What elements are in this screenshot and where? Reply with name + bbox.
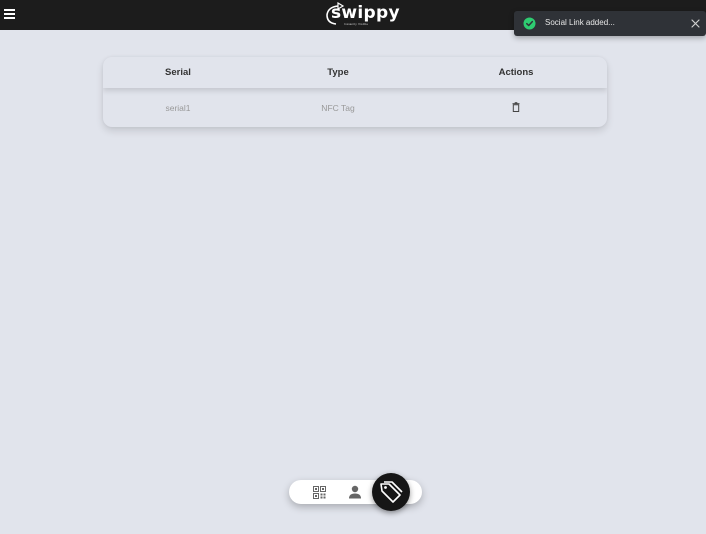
swippy-logo[interactable]: swippy Instantly Visible [324,1,400,28]
tags-table: Serial Type Actions serial1 NFC Tag [103,57,607,127]
trash-icon[interactable] [512,102,520,112]
user-icon[interactable] [348,485,362,499]
table-header: Serial Type Actions [103,57,607,88]
column-header-actions: Actions [498,67,534,78]
type-cell: NFC Tag [321,103,355,113]
column-header-serial: Serial [165,67,191,78]
nav-tags-active[interactable] [372,473,410,511]
close-icon[interactable] [690,18,701,29]
toast-message: Social Link added... [545,18,615,27]
bottom-navigation [289,473,422,511]
toast-notification: Social Link added... [514,11,706,36]
hamburger-menu-icon[interactable] [4,9,15,19]
qr-code-icon[interactable] [313,486,326,499]
logo-subtext: Instantly Visible [344,22,369,26]
check-circle-icon [523,17,536,30]
column-header-type: Type [327,67,349,78]
tag-icon [380,481,403,503]
serial-cell: serial1 [165,103,191,113]
logo-text: swippy [331,3,400,23]
